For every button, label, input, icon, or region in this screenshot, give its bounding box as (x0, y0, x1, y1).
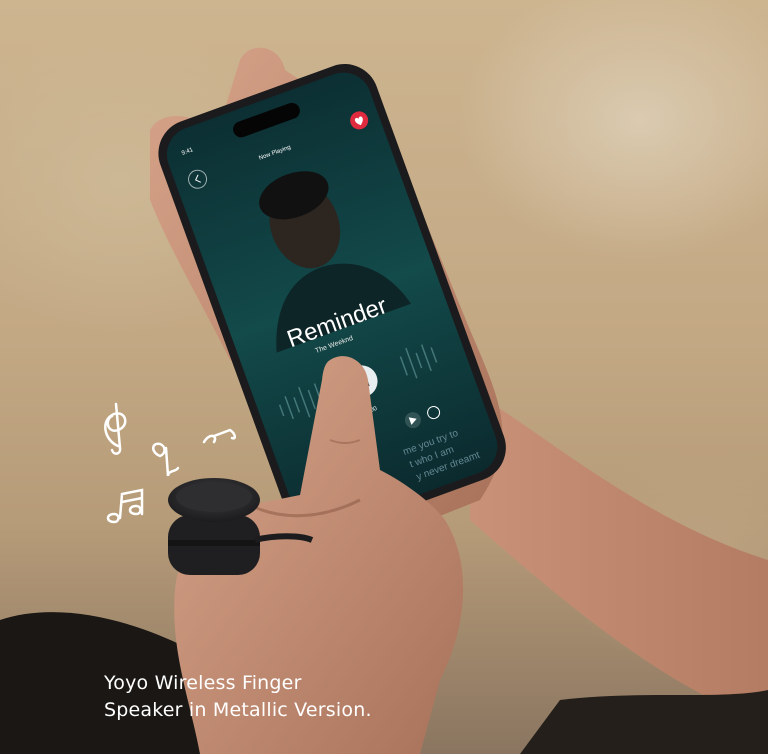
right-forearm (470, 390, 768, 720)
sleeve-right (520, 690, 768, 754)
product-caption: Yoyo Wireless Finger Speaker in Metallic… (104, 670, 464, 724)
caption-line-1: Yoyo Wireless Finger (104, 672, 302, 694)
caption-line-2: Speaker in Metallic Version. (104, 699, 372, 721)
photo-scene: 9:41 Now Playing Reminder The Weeknd 0:0… (0, 47, 768, 754)
product-photo: 9:41 Now Playing Reminder The Weeknd 0:0… (0, 0, 768, 754)
